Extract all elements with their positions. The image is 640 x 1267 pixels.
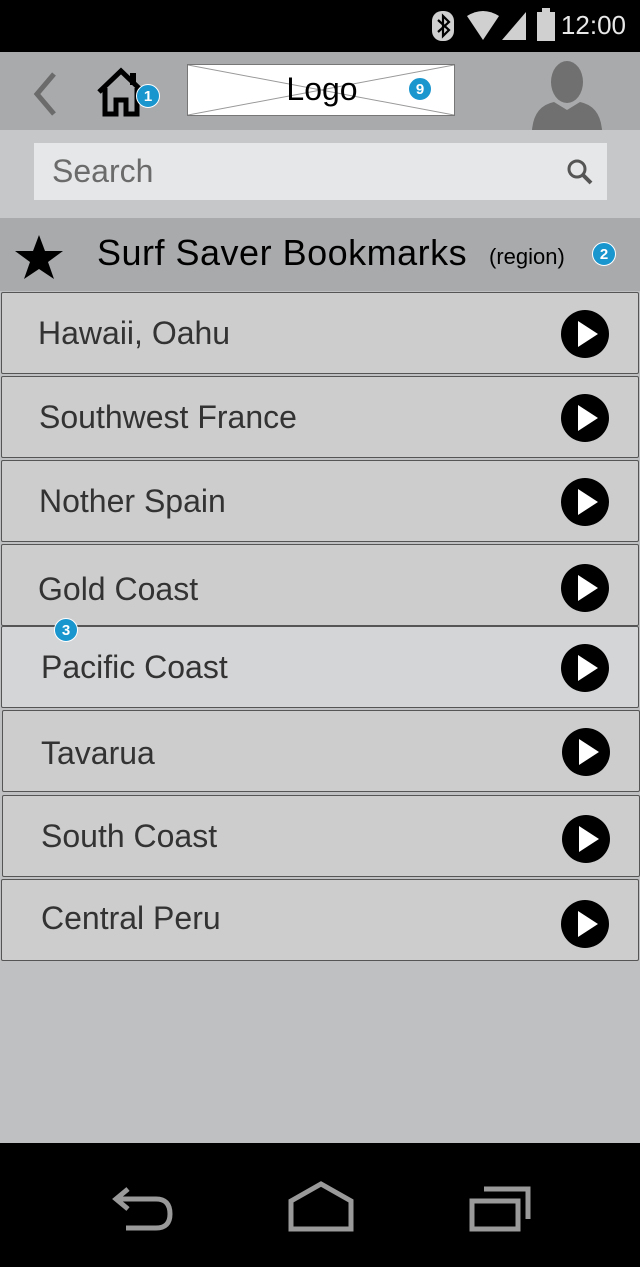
- play-arrow-icon[interactable]: [560, 393, 610, 443]
- play-arrow-icon[interactable]: [560, 309, 610, 359]
- recent-apps-icon[interactable]: [466, 1185, 534, 1233]
- region-row-tavarua[interactable]: Tavarua: [2, 710, 640, 792]
- user-avatar-icon[interactable]: [528, 58, 606, 130]
- search-icon[interactable]: [566, 158, 594, 186]
- region-label: South Coast: [41, 818, 218, 854]
- play-arrow-icon[interactable]: [560, 899, 610, 949]
- system-nav-bar: [0, 1143, 640, 1267]
- region-row-nother-spain[interactable]: Nother Spain: [1, 460, 639, 542]
- list-badge: 3: [54, 618, 78, 642]
- region-row-gold-coast[interactable]: Gold Coast: [1, 544, 639, 626]
- bluetooth-icon: [432, 11, 454, 41]
- search-input[interactable]: [34, 143, 607, 200]
- region-label: Southwest France: [39, 399, 297, 435]
- status-time: 12:00: [560, 10, 626, 40]
- star-icon: [15, 235, 63, 279]
- logo-badge: 9: [408, 77, 432, 101]
- region-label: Hawaii, Oahu: [38, 315, 231, 351]
- wifi-icon: [467, 11, 499, 40]
- play-arrow-icon[interactable]: [560, 477, 610, 527]
- region-row-central-peru[interactable]: Central Peru: [1, 879, 639, 961]
- bookmarks-title: Surf Saver Bookmarks: [97, 232, 468, 273]
- home-badge: 1: [136, 84, 160, 108]
- region-label: Tavarua: [41, 735, 155, 771]
- back-chevron-icon[interactable]: [32, 72, 58, 116]
- region-label: Pacific Coast: [41, 649, 228, 685]
- region-row-pacific-coast[interactable]: Pacific Coast: [1, 626, 639, 708]
- home-nav-icon[interactable]: [286, 1181, 356, 1233]
- play-arrow-icon[interactable]: [561, 814, 611, 864]
- back-nav-icon[interactable]: [110, 1185, 176, 1231]
- status-bar: 12:00: [0, 0, 640, 52]
- region-row-south-coast[interactable]: South Coast: [2, 795, 640, 877]
- bookmarks-header: Surf Saver Bookmarks (region) 2: [0, 218, 640, 291]
- play-arrow-icon[interactable]: [560, 643, 610, 693]
- play-arrow-icon[interactable]: [561, 727, 611, 777]
- region-label: Nother Spain: [39, 483, 226, 519]
- bookmarks-subtitle: (region): [489, 244, 565, 269]
- logo-placeholder: Logo 9: [187, 64, 455, 116]
- battery-icon: [537, 8, 555, 41]
- region-row-hawaii-oahu[interactable]: Hawaii, Oahu: [1, 292, 639, 374]
- region-row-southwest-france[interactable]: Southwest France: [1, 376, 639, 458]
- region-label: Central Peru: [41, 900, 221, 936]
- header-badge: 2: [592, 242, 616, 266]
- region-label: Gold Coast: [38, 571, 199, 607]
- signal-icon: [502, 12, 526, 40]
- play-arrow-icon[interactable]: [560, 563, 610, 613]
